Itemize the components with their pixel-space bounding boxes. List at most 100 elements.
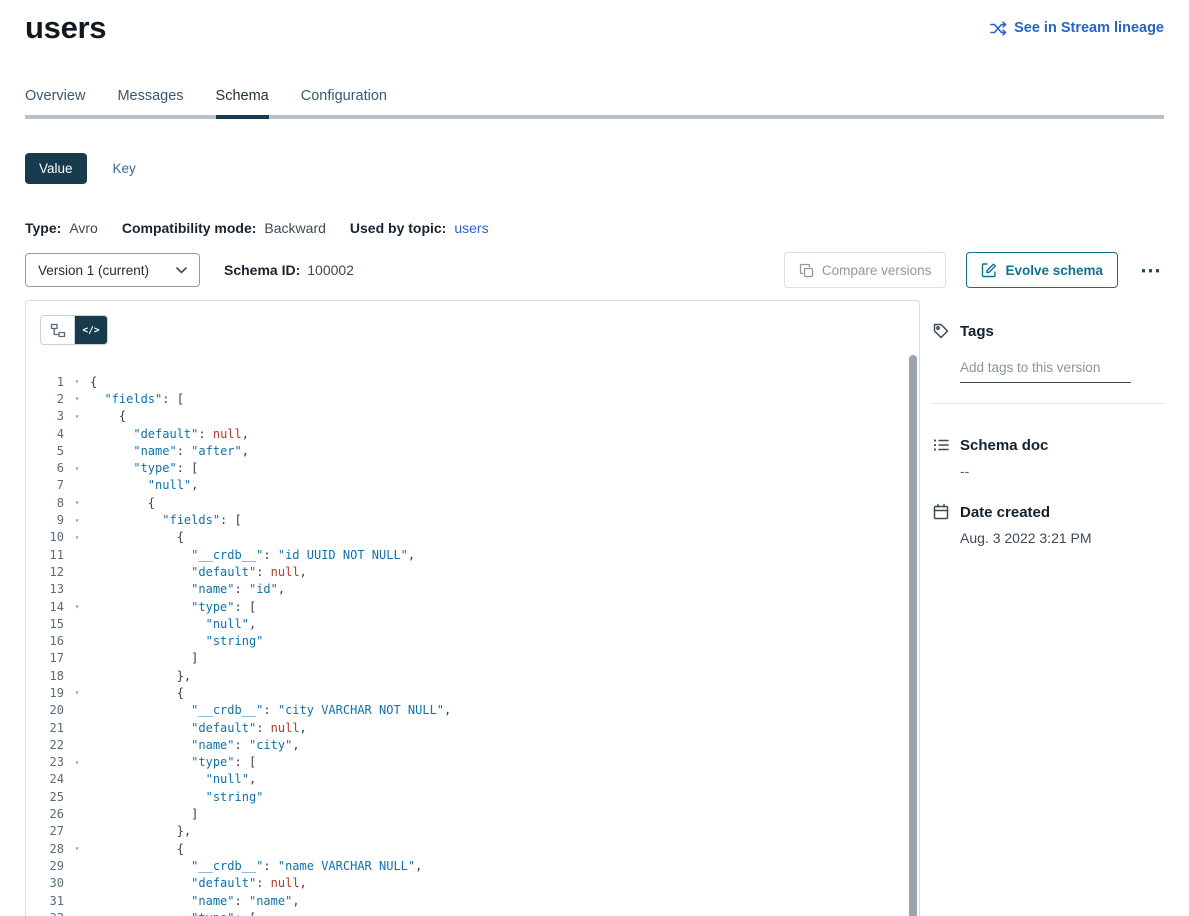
chevron-down-icon <box>176 267 187 274</box>
topic-link[interactable]: users <box>454 220 488 236</box>
tree-view-button[interactable] <box>41 316 74 344</box>
code-line: 23▾ "type": [ <box>26 754 919 771</box>
code-line: 25 "string" <box>26 788 919 805</box>
page: users See in Stream lineage Overview Mes… <box>0 0 1189 916</box>
code-line: 28▾ { <box>26 840 919 857</box>
editor-view-toggle: </> <box>40 315 108 345</box>
code-line: 26 ] <box>26 805 919 822</box>
line-number: 21 <box>26 721 64 735</box>
tab-bar: Overview Messages Schema Configuration <box>25 88 1164 119</box>
evolve-schema-button[interactable]: Evolve schema <box>966 252 1118 288</box>
line-number: 8 <box>26 496 64 510</box>
code-text: "name": "name", <box>90 894 300 908</box>
schema-sidebar: Tags Schema doc <box>932 300 1164 546</box>
line-number: 28 <box>26 842 64 856</box>
code-line: 24 "null", <box>26 771 919 788</box>
tab-schema[interactable]: Schema <box>216 88 269 119</box>
page-header: users See in Stream lineage <box>25 10 1164 46</box>
line-number: 3 <box>26 409 64 423</box>
fold-arrow-icon[interactable]: ▾ <box>64 844 90 853</box>
code-line: 13 "name": "id", <box>26 581 919 598</box>
code-line: 18 }, <box>26 667 919 684</box>
code-line: 5 "name": "after", <box>26 442 919 459</box>
topic-label: Used by topic: <box>350 220 446 236</box>
tags-input-wrap <box>960 340 1164 383</box>
fold-arrow-icon[interactable]: ▾ <box>64 758 90 767</box>
line-number: 19 <box>26 686 64 700</box>
fold-arrow-icon[interactable]: ▾ <box>64 533 90 542</box>
compare-versions-button[interactable]: Compare versions <box>784 252 947 288</box>
line-number: 22 <box>26 738 64 752</box>
fold-arrow-icon[interactable]: ▾ <box>64 498 90 507</box>
tab-overview[interactable]: Overview <box>25 88 85 119</box>
fold-arrow-icon[interactable]: ▾ <box>64 516 90 525</box>
line-number: 11 <box>26 548 64 562</box>
line-number: 9 <box>26 513 64 527</box>
line-number: 5 <box>26 444 64 458</box>
tag-icon <box>932 322 950 340</box>
code-text: "default": null, <box>90 565 307 579</box>
line-number: 16 <box>26 634 64 648</box>
key-toggle-button[interactable]: Key <box>113 161 136 176</box>
line-number: 29 <box>26 859 64 873</box>
line-number: 15 <box>26 617 64 631</box>
type-label: Type: <box>25 220 61 236</box>
fold-arrow-icon[interactable]: ▾ <box>64 412 90 421</box>
tree-view-icon <box>50 323 66 338</box>
code-text: { <box>90 496 155 510</box>
line-number: 4 <box>26 427 64 441</box>
code-text: "type": [ <box>90 911 256 916</box>
code-text: { <box>90 530 184 544</box>
schema-doc-heading: Schema doc <box>932 436 1164 454</box>
tab-messages[interactable]: Messages <box>117 88 183 119</box>
line-number: 18 <box>26 669 64 683</box>
code-line: 21 "default": null, <box>26 719 919 736</box>
code-line: 12 "default": null, <box>26 563 919 580</box>
tab-underline-track <box>25 115 1164 119</box>
editor-scrollbar[interactable] <box>909 355 917 916</box>
line-number: 27 <box>26 824 64 838</box>
line-number: 12 <box>26 565 64 579</box>
schema-actions: Compare versions Evolve schema ⋯ <box>784 252 1164 288</box>
fold-arrow-icon[interactable]: ▾ <box>64 377 90 386</box>
code-text: { <box>90 842 184 856</box>
code-lines: 1▾{2▾ "fields": [3▾ {4 "default": null,5… <box>26 373 919 916</box>
code-text: "__crdb__": "id UUID NOT NULL", <box>90 548 415 562</box>
code-text: ] <box>90 651 198 665</box>
version-select-value: Version 1 (current) <box>38 263 149 278</box>
code-line: 11 "__crdb__": "id UUID NOT NULL", <box>26 546 919 563</box>
tab-configuration[interactable]: Configuration <box>301 88 387 119</box>
schema-content: </> 1▾{2▾ "fields": [3▾ {4 "default": nu… <box>25 300 1164 916</box>
code-line: 14▾ "type": [ <box>26 598 919 615</box>
value-toggle-button[interactable]: Value <box>25 153 87 184</box>
line-number: 1 <box>26 375 64 389</box>
line-number: 32 <box>26 911 64 916</box>
code-line: 8▾ { <box>26 494 919 511</box>
calendar-icon <box>932 503 950 521</box>
fold-arrow-icon[interactable]: ▾ <box>64 602 90 611</box>
fold-arrow-icon[interactable]: ▾ <box>64 688 90 697</box>
code-text: "null", <box>90 617 256 631</box>
line-number: 31 <box>26 894 64 908</box>
code-text: "string" <box>90 790 263 804</box>
add-tags-input[interactable] <box>960 356 1131 383</box>
code-text: "name": "after", <box>90 444 249 458</box>
schema-doc-value: -- <box>960 463 1164 479</box>
line-number: 6 <box>26 461 64 475</box>
fold-arrow-icon[interactable]: ▾ <box>64 394 90 403</box>
type-value: Avro <box>69 220 98 236</box>
sidebar-divider <box>932 403 1164 404</box>
schema-id-label: Schema ID: <box>224 262 300 278</box>
code-line: 6▾ "type": [ <box>26 459 919 476</box>
schema-id: Schema ID: 100002 <box>224 262 370 278</box>
line-number: 24 <box>26 772 64 786</box>
code-line: 16 "string" <box>26 632 919 649</box>
more-options-button[interactable]: ⋯ <box>1138 260 1164 281</box>
compatibility-label: Compatibility mode: <box>122 220 257 236</box>
scrollbar-thumb[interactable] <box>909 355 917 916</box>
stream-lineage-link[interactable]: See in Stream lineage <box>990 20 1164 36</box>
code-view-button[interactable]: </> <box>74 316 107 344</box>
fold-arrow-icon[interactable]: ▾ <box>64 464 90 473</box>
date-created-title: Date created <box>960 504 1050 521</box>
version-select[interactable]: Version 1 (current) <box>25 253 200 287</box>
